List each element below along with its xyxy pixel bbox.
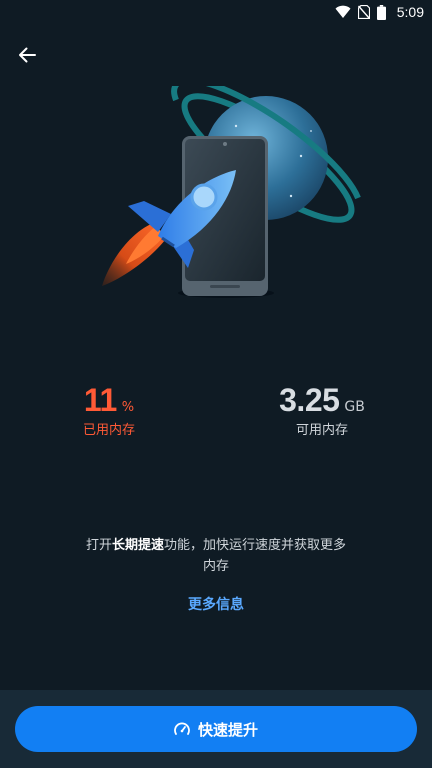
feature-description: 打开长期提速功能，加快运行速度并获取更多 内存 (70, 535, 362, 577)
description-highlight: 长期提速 (111, 538, 164, 553)
status-time: 5:09 (396, 4, 424, 20)
free-memory-stat: 3.25 GB 可用内存 (262, 382, 382, 438)
speedometer-icon (174, 722, 190, 735)
screen: 5:09 11 % 已用内存 3.25 GB 可用内存 打开长期提速功能，加快运… (0, 0, 432, 768)
arrow-left-icon (19, 47, 36, 63)
more-info-link[interactable]: 更多信息 (166, 594, 266, 614)
description-suffix-line2: 内存 (202, 559, 229, 574)
used-memory-value-row: 11 % (66, 382, 152, 419)
no-sim-icon (357, 5, 370, 19)
hero-illustration (102, 86, 361, 298)
status-icons: 5:09 (335, 3, 424, 21)
used-memory-label: 已用内存 (82, 423, 135, 438)
used-memory-stat: 11 % 已用内存 (66, 382, 152, 438)
used-memory-unit: % (121, 400, 135, 415)
free-memory-value: 3.25 (279, 382, 340, 418)
back-button[interactable] (10, 38, 44, 72)
boost-button[interactable]: 快速提升 (15, 706, 417, 752)
battery-icon (376, 4, 386, 20)
free-memory-value-row: 3.25 GB (262, 382, 382, 419)
used-memory-value: 11 (83, 382, 117, 418)
free-memory-unit: GB (344, 399, 365, 415)
description-prefix: 打开 (85, 538, 112, 553)
status-bar: 5:09 (0, 0, 432, 24)
wifi-icon (335, 5, 351, 18)
description-suffix-line1: 功能，加快运行速度并获取更多 (164, 538, 347, 553)
boost-button-label: 快速提升 (197, 720, 258, 739)
free-memory-label: 可用内存 (295, 423, 348, 438)
